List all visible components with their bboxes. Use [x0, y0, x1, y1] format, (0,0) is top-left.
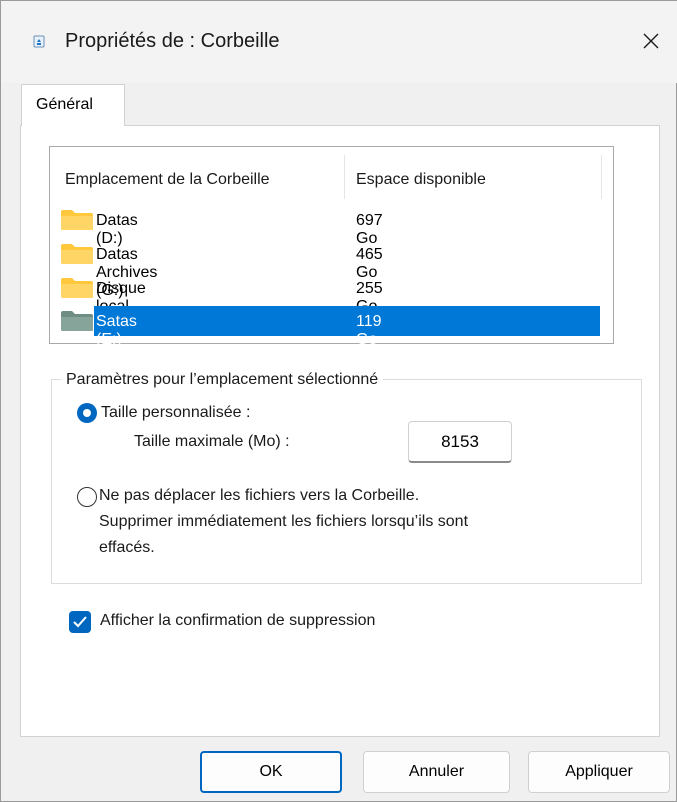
apply-button[interactable]: Appliquer	[528, 751, 670, 793]
column-header-space[interactable]: Espace disponible	[345, 148, 601, 192]
close-button[interactable]	[631, 23, 671, 59]
max-size-label: Taille maximale (Mo) :	[134, 433, 290, 450]
available-space: 697 Go	[356, 212, 383, 247]
checkmark-icon	[73, 616, 87, 628]
no-move-label-line3: effacés.	[99, 539, 155, 556]
column-header-label: Emplacement de la Corbeille	[65, 171, 270, 188]
no-move-label-line2: Supprimer immédiatement les fichiers lor…	[99, 513, 469, 530]
max-size-input[interactable]: 8153	[408, 421, 512, 463]
close-icon	[643, 33, 659, 49]
folder-icon	[61, 278, 93, 298]
tab-general[interactable]: Général	[21, 84, 125, 126]
ok-button-label: OK	[259, 763, 283, 780]
folder-icon	[61, 311, 93, 331]
column-header-label: Espace disponible	[356, 171, 486, 188]
ok-button[interactable]: OK	[200, 751, 342, 793]
recycle-bin-icon	[33, 35, 45, 48]
apply-button-label: Appliquer	[565, 763, 633, 780]
confirm-delete-label: Afficher la confirmation de suppression	[100, 612, 376, 629]
title-bar: Propriétés de : Corbeille	[1, 1, 677, 83]
confirm-delete-checkbox[interactable]	[69, 611, 91, 633]
available-space: 119 Go	[356, 313, 382, 348]
location-name: Satas (E:)	[96, 313, 137, 348]
available-space: 465 Go	[356, 246, 383, 281]
max-size-value: 8153	[441, 432, 479, 451]
column-divider[interactable]	[601, 155, 602, 199]
selection-highlight	[94, 306, 600, 336]
column-header-location[interactable]: Emplacement de la Corbeille	[50, 148, 344, 192]
folder-icon	[61, 244, 93, 264]
folder-icon	[61, 210, 93, 230]
tab-label: Général	[36, 96, 93, 113]
location-list[interactable]: Emplacement de la Corbeille Espace dispo…	[49, 146, 614, 348]
settings-group-label: Paramètres pour l’emplacement sélectionn…	[61, 371, 384, 389]
window-title: Propriétés de : Corbeille	[65, 30, 280, 52]
location-name: Datas (D:)	[96, 212, 138, 247]
no-move-label: Ne pas déplacer les fichiers vers la Cor…	[99, 487, 420, 504]
no-move-radio[interactable]	[77, 487, 97, 507]
properties-dialog: Propriétés de : Corbeille Général Emplac…	[0, 0, 677, 802]
cancel-button-label: Annuler	[408, 763, 465, 780]
custom-size-label: Taille personnalisée :	[101, 404, 251, 421]
cancel-button[interactable]: Annuler	[363, 751, 510, 793]
custom-size-radio[interactable]	[77, 403, 97, 423]
